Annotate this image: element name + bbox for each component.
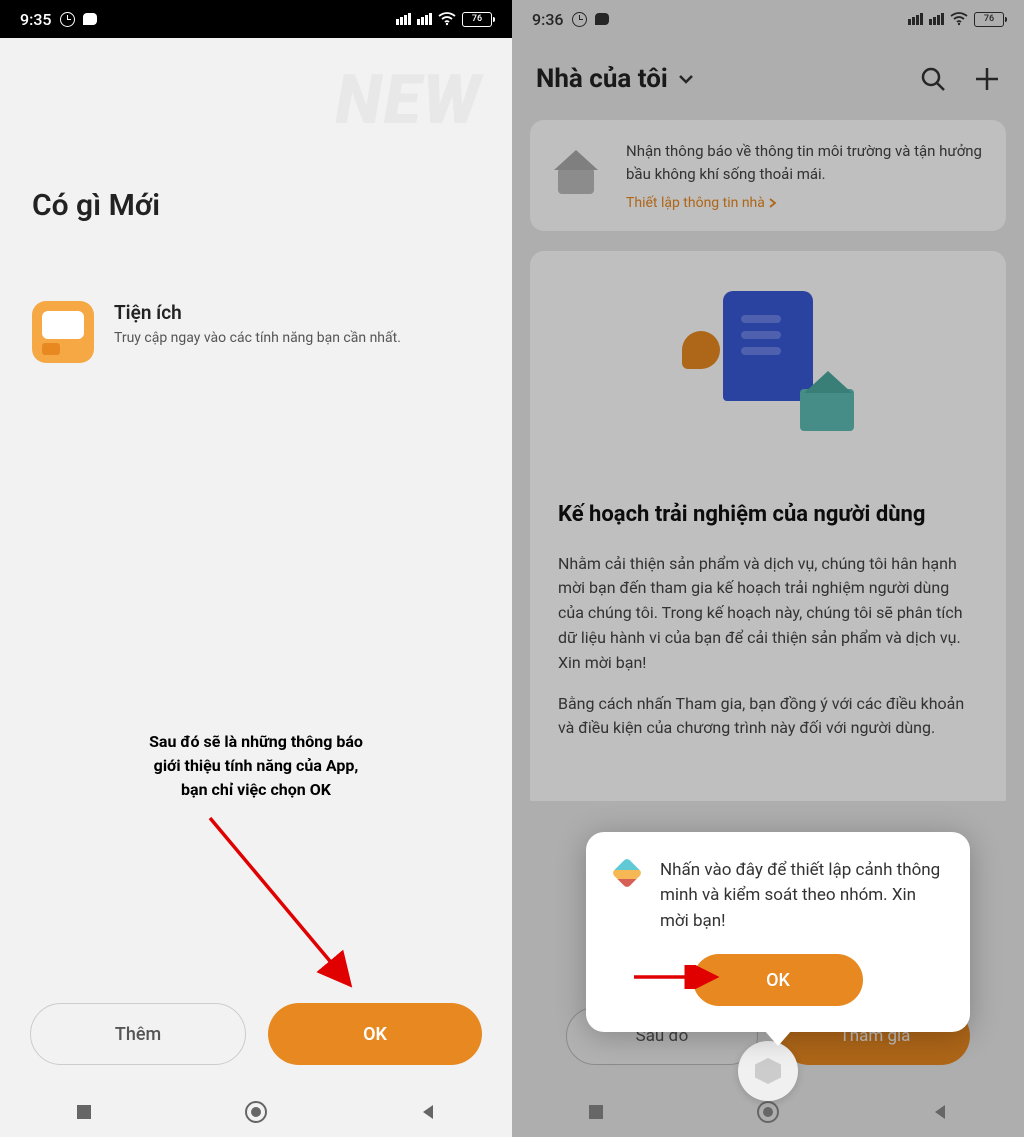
nav-bar [0,1087,512,1137]
bottom-buttons: Thêm OK [30,1003,482,1065]
signal-icon-2 [417,13,432,25]
feature-title: Tiện ích [114,301,401,324]
popup-text: Nhấn vào đây để thiết lập cảnh thông min… [660,858,946,935]
annotation-arrow [200,810,380,1010]
nav-back-icon[interactable] [419,1103,437,1121]
wifi-icon [438,12,456,26]
tooltip-popup: Nhấn vào đây để thiết lập cảnh thông min… [586,832,970,1033]
whats-new-title: Có gì Mới [32,188,512,223]
feature-desc: Truy cập ngay vào các tính năng bạn cần … [114,330,401,346]
nav-recent-icon[interactable] [75,1103,93,1121]
more-button[interactable]: Thêm [30,1003,246,1065]
left-screenshot: 9:35 76 NEW Có gì Mới Tiện ích Truy cập … [0,0,512,1137]
signal-icon [396,13,411,25]
cube-icon [755,1058,781,1084]
alarm-icon [60,12,75,27]
ok-button[interactable]: OK [268,1003,482,1065]
nav-home-icon[interactable] [244,1100,268,1124]
battery-icon: 76 [462,12,492,27]
popup-arrow [630,965,750,989]
annotation-text: Sau đó sẽ là những thông báo giới thiệu … [0,730,512,802]
fab-button[interactable] [738,1041,798,1101]
widget-icon [32,301,94,363]
right-screenshot: 9:36 76 Nhà của tôi [512,0,1024,1137]
feature-item: Tiện ích Truy cập ngay vào các tính năng… [0,301,512,363]
status-time: 9:35 [20,10,52,29]
new-watermark: NEW [335,60,482,140]
status-bar: 9:35 76 [0,0,512,38]
cube-icon [610,858,644,892]
notification-icon [83,13,97,25]
